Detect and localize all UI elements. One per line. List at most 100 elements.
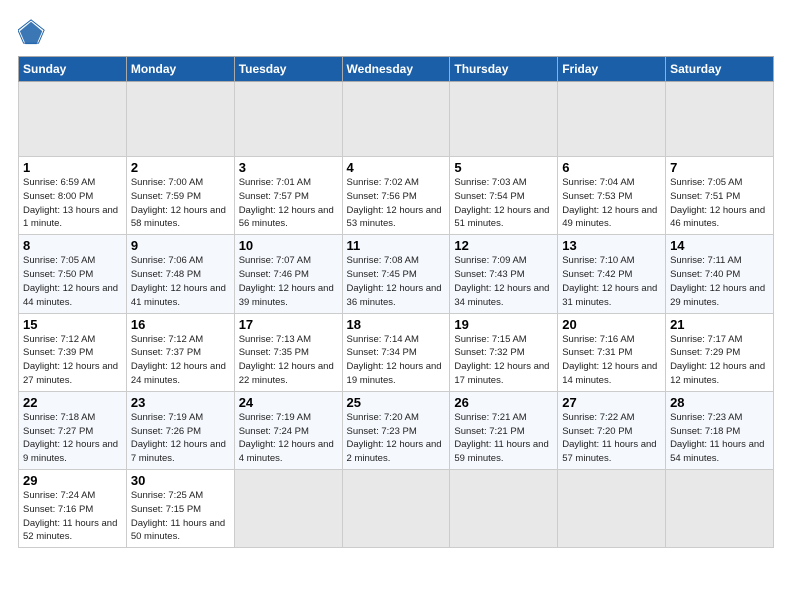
calendar-cell: 17 Sunrise: 7:13 AMSunset: 7:35 PMDaylig… [234, 313, 342, 391]
calendar-cell: 14 Sunrise: 7:11 AMSunset: 7:40 PMDaylig… [666, 235, 774, 313]
day-info: Sunrise: 7:24 AMSunset: 7:16 PMDaylight:… [23, 490, 117, 542]
day-header-wednesday: Wednesday [342, 57, 450, 82]
day-header-thursday: Thursday [450, 57, 558, 82]
calendar-cell [450, 470, 558, 548]
calendar-table: SundayMondayTuesdayWednesdayThursdayFrid… [18, 56, 774, 548]
day-number: 29 [23, 473, 122, 488]
calendar-cell [19, 82, 127, 157]
calendar-cell: 22 Sunrise: 7:18 AMSunset: 7:27 PMDaylig… [19, 391, 127, 469]
day-info: Sunrise: 7:05 AMSunset: 7:50 PMDaylight:… [23, 255, 118, 307]
day-info: Sunrise: 7:14 AMSunset: 7:34 PMDaylight:… [347, 334, 442, 386]
calendar-cell: 3 Sunrise: 7:01 AMSunset: 7:57 PMDayligh… [234, 157, 342, 235]
calendar-cell: 24 Sunrise: 7:19 AMSunset: 7:24 PMDaylig… [234, 391, 342, 469]
day-header-saturday: Saturday [666, 57, 774, 82]
day-number: 23 [131, 395, 230, 410]
calendar-cell: 6 Sunrise: 7:04 AMSunset: 7:53 PMDayligh… [558, 157, 666, 235]
calendar-cell: 20 Sunrise: 7:16 AMSunset: 7:31 PMDaylig… [558, 313, 666, 391]
calendar-cell [558, 82, 666, 157]
calendar-cell [666, 470, 774, 548]
day-header-tuesday: Tuesday [234, 57, 342, 82]
calendar-week-4: 22 Sunrise: 7:18 AMSunset: 7:27 PMDaylig… [19, 391, 774, 469]
day-info: Sunrise: 7:07 AMSunset: 7:46 PMDaylight:… [239, 255, 334, 307]
day-info: Sunrise: 7:05 AMSunset: 7:51 PMDaylight:… [670, 177, 765, 229]
calendar-cell: 28 Sunrise: 7:23 AMSunset: 7:18 PMDaylig… [666, 391, 774, 469]
day-info: Sunrise: 7:12 AMSunset: 7:37 PMDaylight:… [131, 334, 226, 386]
calendar-cell: 23 Sunrise: 7:19 AMSunset: 7:26 PMDaylig… [126, 391, 234, 469]
logo-icon [18, 18, 46, 46]
calendar-cell [342, 470, 450, 548]
day-number: 26 [454, 395, 553, 410]
day-info: Sunrise: 7:12 AMSunset: 7:39 PMDaylight:… [23, 334, 118, 386]
calendar-cell: 12 Sunrise: 7:09 AMSunset: 7:43 PMDaylig… [450, 235, 558, 313]
day-header-monday: Monday [126, 57, 234, 82]
calendar-cell [234, 470, 342, 548]
day-info: Sunrise: 7:04 AMSunset: 7:53 PMDaylight:… [562, 177, 657, 229]
calendar-week-1: 1 Sunrise: 6:59 AMSunset: 8:00 PMDayligh… [19, 157, 774, 235]
day-number: 12 [454, 238, 553, 253]
header [18, 18, 774, 46]
day-info: Sunrise: 7:02 AMSunset: 7:56 PMDaylight:… [347, 177, 442, 229]
day-number: 8 [23, 238, 122, 253]
day-number: 1 [23, 160, 122, 175]
calendar-cell: 10 Sunrise: 7:07 AMSunset: 7:46 PMDaylig… [234, 235, 342, 313]
day-info: Sunrise: 6:59 AMSunset: 8:00 PMDaylight:… [23, 177, 118, 229]
day-info: Sunrise: 7:11 AMSunset: 7:40 PMDaylight:… [670, 255, 765, 307]
logo [18, 18, 50, 46]
day-number: 28 [670, 395, 769, 410]
day-info: Sunrise: 7:06 AMSunset: 7:48 PMDaylight:… [131, 255, 226, 307]
day-header-sunday: Sunday [19, 57, 127, 82]
header-row: SundayMondayTuesdayWednesdayThursdayFrid… [19, 57, 774, 82]
day-number: 24 [239, 395, 338, 410]
calendar-cell: 25 Sunrise: 7:20 AMSunset: 7:23 PMDaylig… [342, 391, 450, 469]
calendar-cell [126, 82, 234, 157]
calendar-cell [342, 82, 450, 157]
day-number: 18 [347, 317, 446, 332]
calendar-cell: 19 Sunrise: 7:15 AMSunset: 7:32 PMDaylig… [450, 313, 558, 391]
day-info: Sunrise: 7:25 AMSunset: 7:15 PMDaylight:… [131, 490, 225, 542]
day-number: 10 [239, 238, 338, 253]
day-number: 20 [562, 317, 661, 332]
day-number: 14 [670, 238, 769, 253]
day-info: Sunrise: 7:19 AMSunset: 7:26 PMDaylight:… [131, 412, 226, 464]
day-info: Sunrise: 7:21 AMSunset: 7:21 PMDaylight:… [454, 412, 548, 464]
calendar-cell: 5 Sunrise: 7:03 AMSunset: 7:54 PMDayligh… [450, 157, 558, 235]
day-number: 11 [347, 238, 446, 253]
day-number: 13 [562, 238, 661, 253]
day-info: Sunrise: 7:18 AMSunset: 7:27 PMDaylight:… [23, 412, 118, 464]
calendar-cell: 4 Sunrise: 7:02 AMSunset: 7:56 PMDayligh… [342, 157, 450, 235]
calendar-cell [234, 82, 342, 157]
day-number: 5 [454, 160, 553, 175]
calendar-cell: 21 Sunrise: 7:17 AMSunset: 7:29 PMDaylig… [666, 313, 774, 391]
day-info: Sunrise: 7:01 AMSunset: 7:57 PMDaylight:… [239, 177, 334, 229]
day-number: 22 [23, 395, 122, 410]
day-number: 7 [670, 160, 769, 175]
calendar-cell: 7 Sunrise: 7:05 AMSunset: 7:51 PMDayligh… [666, 157, 774, 235]
calendar-cell: 30 Sunrise: 7:25 AMSunset: 7:15 PMDaylig… [126, 470, 234, 548]
day-number: 9 [131, 238, 230, 253]
calendar-cell: 29 Sunrise: 7:24 AMSunset: 7:16 PMDaylig… [19, 470, 127, 548]
day-number: 2 [131, 160, 230, 175]
day-info: Sunrise: 7:13 AMSunset: 7:35 PMDaylight:… [239, 334, 334, 386]
day-number: 17 [239, 317, 338, 332]
day-number: 15 [23, 317, 122, 332]
day-info: Sunrise: 7:03 AMSunset: 7:54 PMDaylight:… [454, 177, 549, 229]
day-header-friday: Friday [558, 57, 666, 82]
day-number: 19 [454, 317, 553, 332]
calendar-week-0 [19, 82, 774, 157]
day-number: 16 [131, 317, 230, 332]
calendar-cell: 27 Sunrise: 7:22 AMSunset: 7:20 PMDaylig… [558, 391, 666, 469]
calendar-cell: 9 Sunrise: 7:06 AMSunset: 7:48 PMDayligh… [126, 235, 234, 313]
day-number: 21 [670, 317, 769, 332]
calendar-cell [558, 470, 666, 548]
day-number: 27 [562, 395, 661, 410]
calendar-cell [450, 82, 558, 157]
day-number: 6 [562, 160, 661, 175]
day-number: 4 [347, 160, 446, 175]
page: SundayMondayTuesdayWednesdayThursdayFrid… [0, 0, 792, 558]
day-number: 25 [347, 395, 446, 410]
calendar-cell: 26 Sunrise: 7:21 AMSunset: 7:21 PMDaylig… [450, 391, 558, 469]
day-info: Sunrise: 7:23 AMSunset: 7:18 PMDaylight:… [670, 412, 764, 464]
day-info: Sunrise: 7:17 AMSunset: 7:29 PMDaylight:… [670, 334, 765, 386]
calendar-cell: 15 Sunrise: 7:12 AMSunset: 7:39 PMDaylig… [19, 313, 127, 391]
calendar-week-2: 8 Sunrise: 7:05 AMSunset: 7:50 PMDayligh… [19, 235, 774, 313]
